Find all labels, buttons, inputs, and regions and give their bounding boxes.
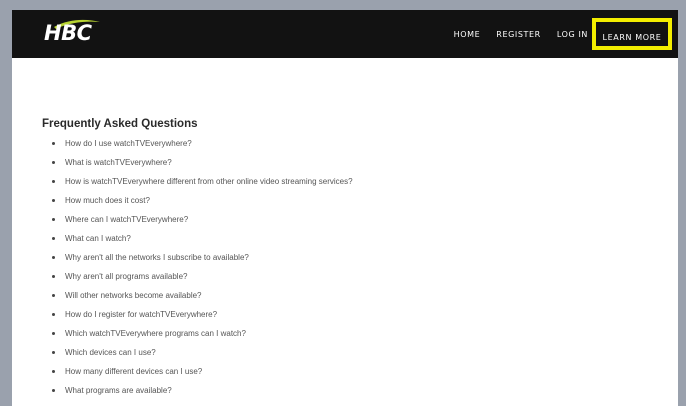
faq-list: How do I use watchTVEverywhere? What is w…: [42, 134, 662, 400]
faq-section: Frequently Asked Questions How do I use …: [42, 118, 662, 400]
faq-item: Which watchTVEverywhere programs can I w…: [52, 324, 662, 343]
nav-home-link[interactable]: HOME: [454, 30, 481, 39]
faq-question-link[interactable]: Why aren't all programs available?: [65, 272, 187, 281]
bullet-icon: [52, 389, 55, 392]
logo-text: HBC: [44, 21, 92, 45]
faq-item: How much does it cost?: [52, 191, 662, 210]
bullet-icon: [52, 351, 55, 354]
faq-question-link[interactable]: What can I watch?: [65, 234, 131, 243]
faq-item: Why aren't all the networks I subscribe …: [52, 248, 662, 267]
faq-item: Why aren't all programs available?: [52, 267, 662, 286]
faq-question-link[interactable]: How is watchTVEverywhere different from …: [65, 177, 353, 186]
bullet-icon: [52, 237, 55, 240]
browser-page: HBC HOME REGISTER LOG IN LEARN MORE Freq…: [12, 10, 678, 406]
faq-question-link[interactable]: How many different devices can I use?: [65, 367, 202, 376]
faq-question-link[interactable]: What programs are available?: [65, 386, 172, 395]
faq-question-link[interactable]: How do I use watchTVEverywhere?: [65, 139, 192, 148]
faq-item: How many different devices can I use?: [52, 362, 662, 381]
bullet-icon: [52, 332, 55, 335]
faq-question-link[interactable]: How much does it cost?: [65, 196, 150, 205]
bullet-icon: [52, 256, 55, 259]
bullet-icon: [52, 142, 55, 145]
bullet-icon: [52, 370, 55, 373]
faq-question-link[interactable]: What is watchTVEverywhere?: [65, 158, 172, 167]
faq-item: How is watchTVEverywhere different from …: [52, 172, 662, 191]
faq-question-link[interactable]: Why aren't all the networks I subscribe …: [65, 253, 249, 262]
bullet-icon: [52, 294, 55, 297]
faq-title: Frequently Asked Questions: [42, 118, 198, 130]
nav-menu: HOME REGISTER LOG IN LEARN MORE: [454, 10, 678, 58]
hbc-logo[interactable]: HBC: [40, 18, 100, 50]
faq-question-link[interactable]: Will other networks become available?: [65, 291, 202, 300]
nav-login-link[interactable]: LOG IN: [557, 30, 588, 39]
faq-question-link[interactable]: How do I register for watchTVEverywhere?: [65, 310, 217, 319]
faq-item: What is watchTVEverywhere?: [52, 153, 662, 172]
bullet-icon: [52, 199, 55, 202]
bullet-icon: [52, 180, 55, 183]
bullet-icon: [52, 218, 55, 221]
nav-register-link[interactable]: REGISTER: [496, 30, 541, 39]
bullet-icon: [52, 313, 55, 316]
faq-item: Which devices can I use?: [52, 343, 662, 362]
faq-question-link[interactable]: Where can I watchTVEverywhere?: [65, 215, 188, 224]
faq-item: How do I use watchTVEverywhere?: [52, 134, 662, 153]
bullet-icon: [52, 161, 55, 164]
faq-question-link[interactable]: Which devices can I use?: [65, 348, 156, 357]
faq-item: Where can I watchTVEverywhere?: [52, 210, 662, 229]
top-navbar: HBC HOME REGISTER LOG IN LEARN MORE: [12, 10, 678, 58]
bullet-icon: [52, 275, 55, 278]
faq-question-link[interactable]: Which watchTVEverywhere programs can I w…: [65, 329, 246, 338]
faq-item: Will other networks become available?: [52, 286, 662, 305]
faq-item: What programs are available?: [52, 381, 662, 400]
faq-item: How do I register for watchTVEverywhere?: [52, 305, 662, 324]
faq-item: What can I watch?: [52, 229, 662, 248]
nav-learn-more-link[interactable]: LEARN MORE: [592, 18, 672, 50]
